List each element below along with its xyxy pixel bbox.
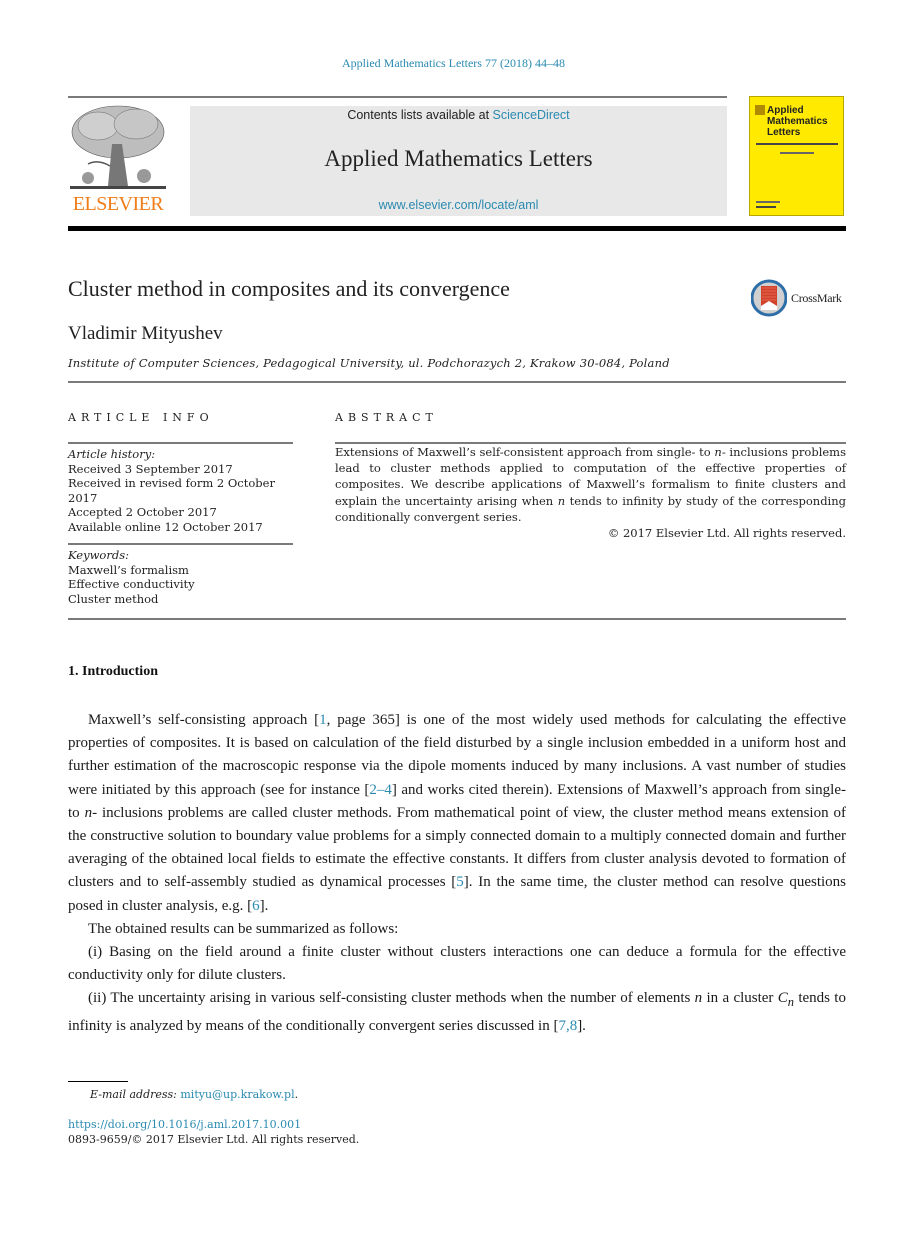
crossmark-icon [750,279,788,317]
header-top-rule [68,96,727,98]
abstract-copyright: © 2017 Elsevier Ltd. All rights reserved… [607,526,846,541]
sciencedirect-link[interactable]: ScienceDirect [493,108,570,122]
keywords-label: Keywords: [68,548,129,562]
journal-url-link[interactable]: www.elsevier.com/locate/aml [190,198,727,212]
footnote-email: E-mail address: mityu@up.krakow.pl. [90,1088,298,1101]
article-history-label: Article history: [68,447,156,461]
email-link[interactable]: mityu@up.krakow.pl [180,1088,294,1101]
cover-footer-bar [756,201,780,203]
text: . [294,1088,299,1101]
text: ]. [259,897,269,914]
cover-subtitle-bar [780,152,814,154]
contents-prefix: Contents lists available at [347,108,493,122]
section-heading-introduction: 1. Introduction [68,664,158,679]
issn-copyright: 0893-9659/© 2017 Elsevier Ltd. All right… [68,1133,360,1146]
history-item: Accepted 2 October 2017 [68,505,217,519]
cover-logo-icon [755,105,765,115]
title-block-rule [68,381,846,383]
text: (ii) The uncertainty arising in various … [88,990,695,1007]
cover-title-line: Mathematics [767,116,828,127]
text: ]. [577,1017,586,1034]
elsevier-logo[interactable]: ELSEVIER [68,104,168,216]
abstract-text-part: Extensions of Maxwell’s self-consistent … [335,445,715,459]
header-thick-rule [68,226,846,231]
introduction-body: Maxwell’s self-consisting approach [1, p… [68,709,846,1038]
history-item: Received 3 September 2017 [68,461,233,476]
paragraph: The obtained results can be summarized a… [88,920,399,937]
crossmark-button[interactable]: CrossMark [750,279,851,317]
article-info-rule [68,442,293,444]
keyword-item: Effective conductivity [68,577,195,591]
journal-title: Applied Mathematics Letters [324,146,593,171]
keywords: Keywords: Maxwell’s formalism Effective … [68,548,293,606]
text: in a cluster [702,990,778,1007]
math-var: n [84,804,93,821]
citation-link[interactable]: 6 [252,898,260,914]
front-matter-bottom-rule [68,618,846,620]
cover-rule [756,143,838,145]
paragraph: Maxwell’s self-consisting approach [1, p… [68,709,846,918]
cover-title-line: Applied [767,105,804,116]
article-info-heading: ARTICLE INFO [68,411,214,424]
journal-reference-link[interactable]: Applied Mathematics Letters 77 (2018) 44… [0,56,907,71]
journal-header-band: Contents lists available at ScienceDirec… [190,106,727,216]
citation-link[interactable]: 5 [456,874,464,890]
math-var: C [777,990,788,1007]
history-item: Received in revised form 2 October 2017 [68,476,275,505]
cover-footer-bar [756,206,776,208]
footnote-rule [68,1081,128,1082]
article-history: Article history: Received 3 September 20… [68,447,293,534]
cover-title: Applied Mathematics Letters [767,105,828,138]
crossmark-label: CrossMark [791,291,842,305]
abstract-text: Extensions of Maxwell’s self-consistent … [335,444,846,541]
citation-link[interactable]: 2–4 [369,782,392,798]
article-title: Cluster method in composites and its con… [68,276,510,301]
text: Maxwell’s self-consisting approach [ [88,712,320,728]
math-var: n [714,445,722,459]
elsevier-wordmark: ELSEVIER [72,193,164,215]
doi-link[interactable]: https://doi.org/10.1016/j.aml.2017.10.00… [68,1118,301,1131]
author-affiliation: Institute of Computer Sciences, Pedagogi… [68,356,670,370]
citation-link[interactable]: 1 [319,712,327,728]
history-item: Available online 12 October 2017 [68,519,263,534]
keyword-item: Cluster method [68,591,159,606]
contents-line: Contents lists available at ScienceDirec… [190,108,727,122]
keywords-rule [68,543,293,545]
citation-link[interactable]: 7,8 [558,1018,577,1034]
author-name: Vladimir Mityushev [68,323,223,344]
elsevier-tree-icon [70,105,166,189]
journal-cover-thumbnail[interactable]: Applied Mathematics Letters [749,96,844,216]
email-label: E-mail address: [90,1088,181,1101]
abstract-heading: ABSTRACT [335,411,438,424]
paragraph: (ii) The uncertainty arising in various … [68,987,846,1037]
paragraph: (i) Basing on the field around a finite … [68,944,846,984]
cover-title-line: Letters [767,127,801,138]
keyword-item: Maxwell’s formalism [68,562,189,577]
